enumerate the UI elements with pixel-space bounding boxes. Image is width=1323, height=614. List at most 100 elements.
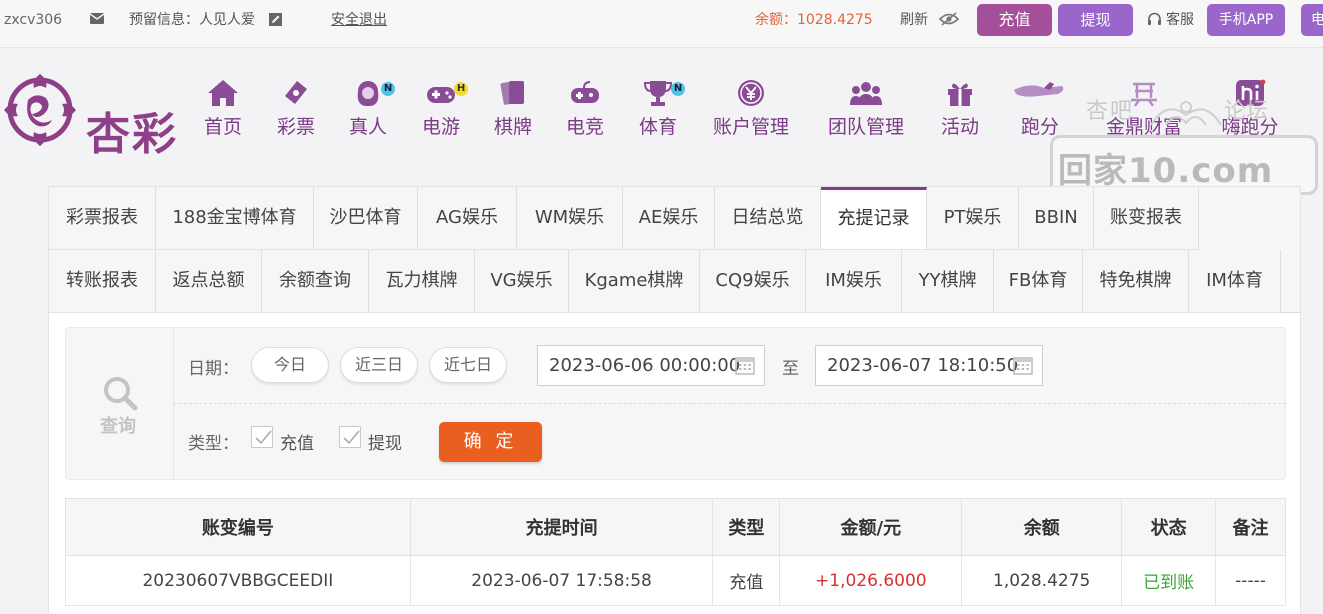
nav-item-account[interactable]: 账户管理	[707, 78, 795, 148]
hot-badge: H	[454, 82, 468, 96]
nav-label: 团队管理	[827, 116, 904, 138]
tab-188-sports[interactable]: 188金宝博体育	[156, 187, 314, 250]
more-button[interactable]: 电	[1301, 4, 1323, 36]
filter-divider	[174, 403, 1286, 404]
record-amount: +1,026.6000	[779, 555, 963, 606]
column-header: 充提时间	[409, 498, 714, 556]
balance-display: 余额：1028.4275	[755, 12, 873, 28]
tab-balance-query[interactable]: 余额查询	[262, 250, 369, 313]
tab-pt[interactable]: PT娱乐	[927, 187, 1019, 250]
main-nav: 杏彩 首页 彩票 N 真人 H 电游 棋牌 电竞 N 体育 账户管理 团队管理	[0, 48, 1323, 195]
tab-daily-overview[interactable]: 日结总览	[715, 187, 821, 250]
wealth-icon	[1131, 82, 1157, 107]
eye-hidden-icon[interactable]	[939, 12, 959, 26]
nav-label: 彩票	[276, 116, 315, 138]
table-header-row: 账变编号 充提时间 类型 金额/元 余额 状态 备注	[65, 498, 1286, 556]
nav-item-team[interactable]: 团队管理	[822, 78, 910, 148]
mobile-app-button[interactable]: 手机APP	[1207, 4, 1285, 36]
tab-yy-cards[interactable]: YY棋牌	[902, 250, 994, 313]
confirm-button[interactable]: 确 定	[439, 422, 542, 462]
withdraw-checkbox[interactable]	[339, 426, 361, 448]
calendar-icon[interactable]	[735, 355, 755, 375]
nav-item-running[interactable]: 跑分	[1010, 78, 1070, 148]
record-balance: 1,028.4275	[961, 555, 1123, 606]
column-header: 备注	[1215, 498, 1286, 556]
tab-vg[interactable]: VG娱乐	[475, 250, 569, 313]
tab-saba-sports[interactable]: 沙巴体育	[314, 187, 418, 250]
nav-label: 账户管理	[712, 116, 789, 138]
checkmark-icon	[255, 430, 272, 445]
column-header: 账变编号	[65, 498, 411, 556]
tab-im[interactable]: IM娱乐	[806, 250, 902, 313]
checkmark-icon	[343, 430, 360, 445]
record-status: 已到账	[1121, 555, 1217, 606]
tab-lottery-report[interactable]: 彩票报表	[49, 187, 156, 250]
nav-label: 真人	[348, 116, 387, 138]
query-section: 查询	[66, 328, 174, 479]
site-logo[interactable]: 杏彩	[2, 70, 192, 160]
tab-fb-sports[interactable]: FB体育	[994, 250, 1083, 313]
date-label: 日期：	[188, 359, 239, 379]
start-date-input[interactable]: 2023-06-06 00:00:00	[537, 345, 765, 386]
column-header: 余额	[961, 498, 1123, 556]
nav-label: 体育	[638, 116, 677, 138]
last-3-days-button[interactable]: 近三日	[340, 347, 418, 383]
yen-coin-icon	[738, 80, 764, 106]
trophy-icon	[643, 81, 673, 106]
refresh-link[interactable]: 刷新	[900, 11, 928, 29]
customer-service-link[interactable]: 客服	[1166, 11, 1194, 29]
team-icon	[850, 82, 882, 105]
filter-box: 查询 日期： 今日 近三日 近七日 2023-06-06 00:00:00 至 …	[65, 327, 1286, 480]
nav-item-cards[interactable]: 棋牌	[490, 78, 536, 148]
gift-icon	[948, 83, 972, 106]
nav-label: 首页	[203, 116, 242, 138]
watermark-main-text: 回家10.com	[1058, 151, 1274, 191]
nav-item-esports[interactable]: 电竞	[562, 78, 608, 148]
tab-wali-cards[interactable]: 瓦力棋牌	[369, 250, 475, 313]
tab-transfer-report[interactable]: 转账报表	[49, 250, 156, 313]
tab-kgame-cards[interactable]: Kgame棋牌	[569, 250, 700, 313]
tab-bbin[interactable]: BBIN	[1019, 187, 1094, 250]
edit-icon[interactable]	[269, 13, 282, 26]
type-label: 类型：	[188, 434, 239, 454]
end-date-input[interactable]: 2023-06-07 18:10:50	[815, 345, 1043, 386]
logout-link[interactable]: 安全退出	[331, 11, 387, 29]
nav-label: 电竞	[565, 116, 604, 138]
deposit-checkbox[interactable]	[251, 426, 273, 448]
deposit-button[interactable]: 充值	[977, 4, 1052, 36]
tab-ae[interactable]: AE娱乐	[623, 187, 715, 250]
nav-item-sports[interactable]: N 体育	[635, 78, 685, 148]
nav-item-lottery[interactable]: 彩票	[273, 78, 319, 148]
nav-item-events[interactable]: 活动	[937, 78, 983, 148]
last-7-days-button[interactable]: 近七日	[429, 347, 507, 383]
esports-controller-icon	[571, 81, 599, 103]
tab-free-cards[interactable]: 特免棋牌	[1083, 250, 1189, 313]
tab-cq9[interactable]: CQ9娱乐	[700, 250, 806, 313]
new-badge: N	[381, 82, 395, 96]
headset-icon[interactable]	[1147, 12, 1162, 26]
tab-balance-change-report[interactable]: 账变报表	[1094, 187, 1199, 250]
record-id: 20230607VBBGCEEDII	[65, 555, 411, 606]
calendar-icon[interactable]	[1013, 355, 1033, 375]
nav-item-egames[interactable]: H 电游	[418, 78, 468, 148]
tab-deposit-withdraw-records[interactable]: 充提记录	[821, 187, 927, 250]
today-button[interactable]: 今日	[251, 347, 329, 383]
tab-im-sports[interactable]: IM体育	[1189, 250, 1281, 313]
cards-icon	[500, 81, 524, 105]
nav-label: 棋牌	[493, 116, 532, 138]
nav-item-live[interactable]: N 真人	[345, 78, 395, 148]
withdraw-checkbox-label[interactable]: 提现	[368, 429, 402, 454]
nav-item-hi-running[interactable]: 嗨跑分	[1212, 78, 1288, 148]
column-header: 金额/元	[779, 498, 963, 556]
tab-rebate-total[interactable]: 返点总额	[156, 250, 262, 313]
withdraw-button[interactable]: 提现	[1058, 4, 1133, 36]
mail-icon[interactable]	[90, 13, 104, 24]
nav-item-wealth[interactable]: 金鼎财富	[1100, 78, 1188, 148]
record-remark: -----	[1215, 555, 1286, 606]
to-label: 至	[782, 359, 799, 379]
deposit-checkbox-label[interactable]: 充值	[280, 429, 314, 454]
tab-wm[interactable]: WM娱乐	[517, 187, 623, 250]
nav-item-home[interactable]: 首页	[200, 78, 246, 148]
tab-ag[interactable]: AG娱乐	[418, 187, 517, 250]
end-date-value: 2023-06-07 18:10:50	[827, 355, 1019, 376]
